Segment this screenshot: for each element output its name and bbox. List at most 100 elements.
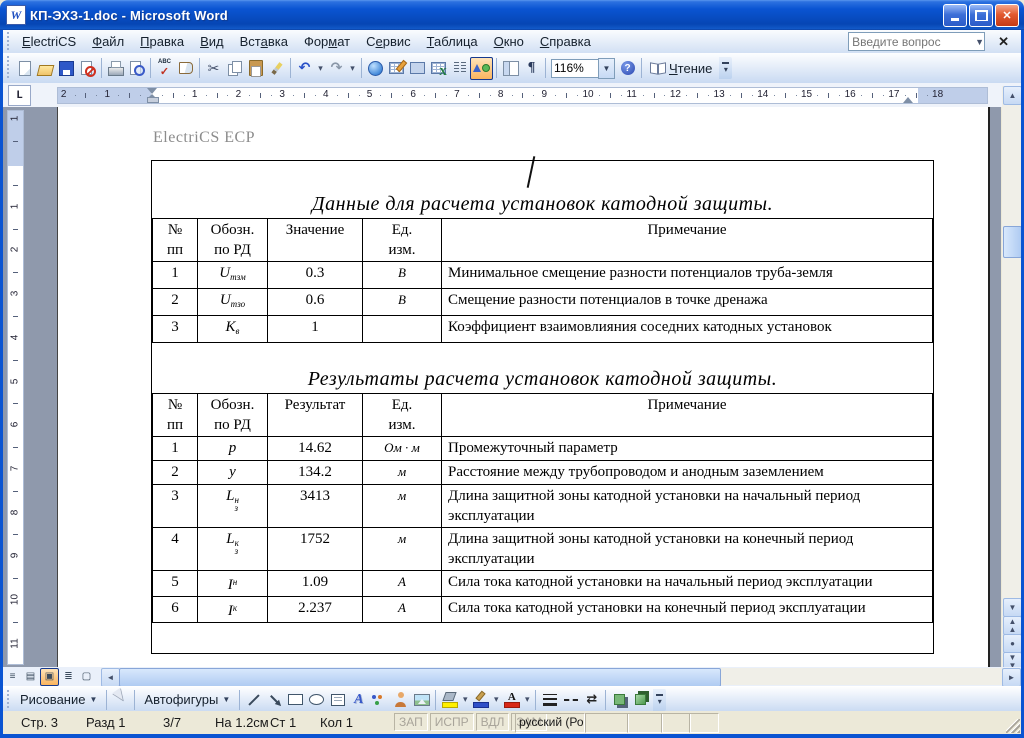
rect-icon[interactable] <box>285 689 306 710</box>
draw-menu-button[interactable]: Рисование▼ <box>14 690 103 709</box>
cell-value[interactable]: 14.62 <box>268 437 363 461</box>
toolbar-drag-handle[interactable] <box>6 32 11 50</box>
status-flag[interactable]: ИСПР <box>430 713 474 731</box>
fill-color-icon[interactable] <box>439 689 460 710</box>
scroll-thumb[interactable] <box>1003 226 1022 258</box>
table1-header-cell[interactable]: Обозн.по РД <box>198 219 268 262</box>
clipart-icon[interactable] <box>390 689 411 710</box>
cell-symbol[interactable]: p <box>198 437 268 461</box>
hscroll-left-button[interactable]: ◄ <box>101 668 120 687</box>
cell-unit[interactable]: А <box>363 597 442 623</box>
fill-more-icon[interactable] <box>460 689 470 710</box>
scroll-up-button[interactable]: ▲ <box>1003 86 1022 105</box>
font-color-icon[interactable] <box>501 689 522 710</box>
read-button[interactable]: Чтение <box>645 59 717 78</box>
permission-icon[interactable] <box>77 58 98 79</box>
document-page[interactable]: ElectriCS ECP Данные для расчета установ… <box>57 107 990 667</box>
cell-num[interactable]: 3 <box>153 316 198 343</box>
tab-selector[interactable]: L <box>8 85 31 106</box>
cell-num[interactable]: 2 <box>153 289 198 316</box>
wordart-icon[interactable] <box>348 689 369 710</box>
cut-icon[interactable] <box>203 58 224 79</box>
toolbar-drag-handle[interactable] <box>6 690 11 710</box>
cell-symbol[interactable]: Lнз <box>198 485 268 528</box>
print-icon[interactable] <box>105 58 126 79</box>
arrow-style-icon[interactable] <box>581 689 602 710</box>
view-print-layout-button[interactable]: ▣ <box>40 668 59 686</box>
question-dropdown-icon[interactable]: ▼ <box>975 37 988 47</box>
status-flag[interactable]: ВДЛ <box>476 713 510 731</box>
right-indent-marker[interactable] <box>903 97 913 103</box>
columns-icon[interactable] <box>449 58 470 79</box>
table1-header-cell[interactable]: Значение <box>268 219 363 262</box>
toolbar-options-chevron[interactable]: ▾ <box>653 689 666 711</box>
cell-symbol[interactable]: y <box>198 461 268 485</box>
table1-header-cell[interactable]: №пп <box>153 219 198 262</box>
cell-value[interactable]: 0.3 <box>268 262 363 289</box>
cell-note[interactable]: Промежуточный параметр <box>442 437 933 461</box>
cell-note[interactable]: Сила тока катодной установки на конечный… <box>442 597 933 623</box>
cell-unit[interactable]: Ом · м <box>363 437 442 461</box>
cell-num[interactable]: 3 <box>153 485 198 528</box>
cell-note[interactable]: Минимальное смещение разности потенциало… <box>442 262 933 289</box>
menu-item[interactable]: Справка <box>532 32 599 51</box>
save-icon[interactable] <box>56 58 77 79</box>
show-paragraphs-icon[interactable] <box>521 58 542 79</box>
menu-item[interactable]: Вставка <box>232 32 296 51</box>
cell-value[interactable]: 3413 <box>268 485 363 528</box>
copy-icon[interactable] <box>224 58 245 79</box>
arrow-icon[interactable] <box>264 689 285 710</box>
toolbar-options-chevron[interactable]: ▾ <box>719 57 732 79</box>
cell-symbol[interactable]: Uтзм <box>198 262 268 289</box>
tables-borders-icon[interactable] <box>386 58 407 79</box>
select-objects-icon[interactable] <box>110 689 131 710</box>
menu-item[interactable]: Окно <box>486 32 532 51</box>
left-indent-marker[interactable] <box>147 97 159 103</box>
frame-tail[interactable] <box>152 623 933 653</box>
cell-num[interactable]: 4 <box>153 528 198 571</box>
insert-excel-icon[interactable] <box>428 58 449 79</box>
table2-header-cell[interactable]: №пп <box>153 394 198 437</box>
horizontal-scrollbar[interactable]: ◄ ► <box>101 668 1021 685</box>
menu-item[interactable]: ElectriCS <box>14 32 84 51</box>
cell-unit[interactable] <box>363 316 442 343</box>
hyperlink-icon[interactable] <box>365 58 386 79</box>
dash-style-icon[interactable] <box>560 689 581 710</box>
table2-header-cell[interactable]: Обозн.по РД <box>198 394 268 437</box>
menu-item[interactable]: Правка <box>132 32 192 51</box>
cell-num[interactable]: 5 <box>153 571 198 597</box>
view-web-layout-button[interactable]: ▤ <box>22 669 39 685</box>
redo-more-icon[interactable] <box>347 58 358 79</box>
line-more-icon[interactable] <box>491 689 501 710</box>
zoom-dropdown-icon[interactable]: ▼ <box>598 58 615 79</box>
threed-icon[interactable] <box>630 689 651 710</box>
cell-symbol[interactable]: Iн <box>198 571 268 597</box>
menu-item[interactable]: Сервис <box>358 32 419 51</box>
cell-unit[interactable]: м <box>363 528 442 571</box>
zoom-input[interactable] <box>551 59 598 78</box>
close-button[interactable]: ✕ <box>995 4 1019 27</box>
table1-header-cell[interactable]: Примечание <box>442 219 933 262</box>
cell-value[interactable]: 2.237 <box>268 597 363 623</box>
cell-note[interactable]: Сила тока катодной установки на начальны… <box>442 571 933 597</box>
open-icon[interactable] <box>35 58 56 79</box>
shadow-icon[interactable] <box>609 689 630 710</box>
spelling-icon[interactable] <box>154 58 175 79</box>
cell-symbol[interactable]: Uтзо <box>198 289 268 316</box>
cell-value[interactable]: 1.09 <box>268 571 363 597</box>
hscroll-right-button[interactable]: ► <box>1002 668 1021 687</box>
table1-title-section[interactable]: Данные для расчета установок катодной за… <box>152 161 933 218</box>
redo-icon[interactable] <box>326 58 347 79</box>
maximize-button[interactable] <box>969 4 993 27</box>
view-normal-button[interactable]: ≡ <box>4 669 21 685</box>
word-app-icon[interactable]: W <box>6 5 26 25</box>
cell-note[interactable]: Расстояние между трубопроводом и анодным… <box>442 461 933 485</box>
horizontal-ruler[interactable]: 21123456789101112131415161718 <box>57 87 988 104</box>
status-flag[interactable]: ЗАП <box>394 713 428 731</box>
drawing-icon[interactable] <box>470 57 493 80</box>
cell-unit[interactable]: В <box>363 262 442 289</box>
select-browse-object-button[interactable]: ● <box>1003 634 1022 653</box>
status-language[interactable]: русский (Ро <box>515 713 585 733</box>
view-reading-button[interactable]: ▢ <box>78 669 95 685</box>
autoshapes-menu-button[interactable]: Автофигуры▼ <box>138 690 236 709</box>
